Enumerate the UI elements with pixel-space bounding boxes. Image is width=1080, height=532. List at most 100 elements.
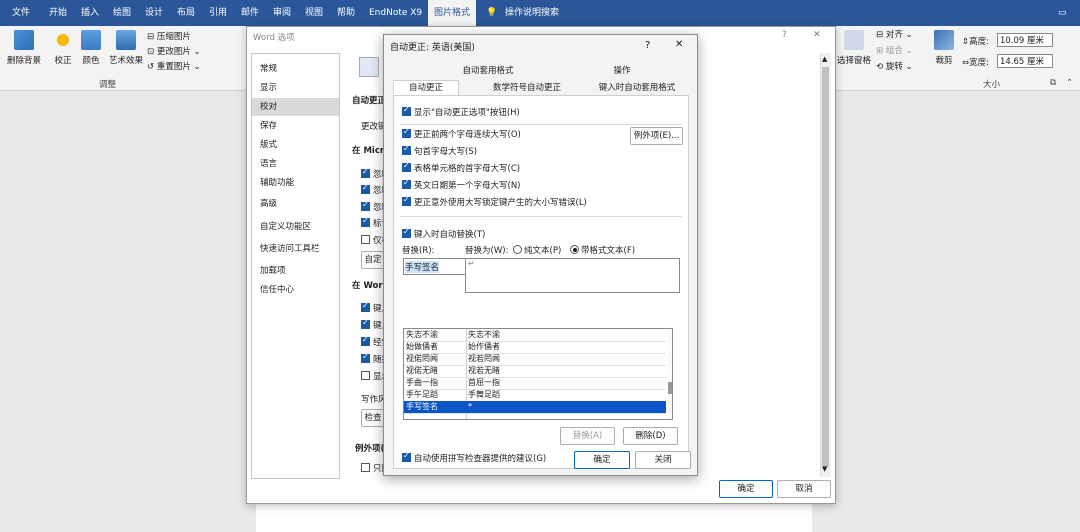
- autocorrect-ok-button[interactable]: 确定: [574, 451, 630, 469]
- nav-item-trust-center[interactable]: 信任中心: [252, 281, 339, 299]
- tab-design[interactable]: 设计: [145, 0, 163, 26]
- sun-icon: [53, 30, 73, 50]
- word-options-close-button[interactable]: ✕: [813, 30, 821, 40]
- nav-item-proofing[interactable]: 校对: [252, 98, 339, 116]
- word-options-cancel-button[interactable]: 取消: [777, 480, 831, 498]
- align-button[interactable]: ⊟ 对齐 ⌄: [876, 28, 913, 40]
- corrections-button[interactable]: 校正: [52, 30, 74, 66]
- tell-me-search[interactable]: 操作说明搜索: [505, 0, 559, 26]
- custom-dictionaries-button[interactable]: 自定: [361, 251, 385, 269]
- nav-item-addins[interactable]: 加载项: [252, 262, 339, 280]
- exceptions-button[interactable]: 例外项(E)...: [630, 127, 683, 145]
- option-caps-lock-check[interactable]: [402, 195, 411, 206]
- plain-text-radio[interactable]: [513, 245, 522, 254]
- tab-view[interactable]: 视图: [305, 0, 323, 26]
- delete-button[interactable]: 删除(D): [623, 427, 678, 445]
- micro-check-1[interactable]: [361, 167, 370, 178]
- group-size-label: 大小: [983, 80, 1001, 90]
- nav-item-quick-access[interactable]: 快速访问工具栏: [252, 240, 339, 258]
- replace-as-type-check[interactable]: [402, 227, 411, 238]
- tab-draw[interactable]: 绘图: [113, 0, 131, 26]
- replace-button[interactable]: 替换(A): [560, 427, 615, 445]
- check-document-button[interactable]: 检查: [361, 409, 385, 427]
- options-scrollbar[interactable]: ▲ ▼: [820, 53, 831, 477]
- autocorrect-help-button[interactable]: ?: [645, 40, 650, 51]
- word-options-help-button[interactable]: ?: [782, 30, 787, 40]
- tab-home[interactable]: 开始: [49, 0, 67, 26]
- collapse-ribbon-icon[interactable]: ⌃: [1066, 78, 1073, 88]
- tab-picture-format[interactable]: 图片格式: [428, 0, 477, 26]
- tab-math-autocorrect[interactable]: 数学符号自动更正: [472, 81, 582, 96]
- word-check-1[interactable]: [361, 301, 370, 312]
- color-button[interactable]: 颜色: [80, 30, 102, 66]
- micro-check-5[interactable]: [361, 235, 370, 244]
- option-table-cells-check[interactable]: [402, 161, 411, 172]
- table-scrollbar[interactable]: [668, 329, 672, 419]
- option-day-names-check[interactable]: [402, 178, 411, 189]
- nav-item-language[interactable]: 语言: [252, 155, 339, 173]
- scroll-down-icon[interactable]: ▼: [822, 465, 827, 473]
- autocorrect-close-button[interactable]: ✕: [675, 39, 683, 50]
- table-row-selected[interactable]: 手写签名 *: [404, 401, 666, 414]
- tab-help[interactable]: 帮助: [337, 0, 355, 26]
- nav-item-advanced[interactable]: 高级: [252, 195, 339, 213]
- word-check-5[interactable]: [361, 371, 370, 380]
- group-adjust-label: 调整: [99, 80, 117, 90]
- compress-pictures-button[interactable]: ⊟ 压缩图片: [147, 30, 191, 42]
- nav-item-save[interactable]: 保存: [252, 117, 339, 135]
- word-check-2[interactable]: [361, 318, 370, 329]
- micro-check-4[interactable]: [361, 216, 370, 227]
- selection-pane-button[interactable]: 选择窗格: [836, 30, 872, 66]
- tab-autoformat-as-you-type[interactable]: 键入时自动套用格式: [582, 81, 692, 96]
- crop-icon: [934, 30, 954, 50]
- table-scroll-thumb[interactable]: [668, 382, 672, 394]
- remove-background-button[interactable]: 删除背景: [6, 30, 42, 66]
- scroll-thumb[interactable]: [822, 67, 829, 467]
- tab-autocorrect[interactable]: 自动更正: [393, 80, 459, 96]
- autocorrect-close-dialog-button[interactable]: 关闭: [635, 451, 691, 469]
- group-button[interactable]: ⊞ 组合 ⌄: [876, 44, 913, 56]
- show-buttons-check[interactable]: [402, 105, 411, 116]
- word-check-4[interactable]: [361, 352, 370, 363]
- tab-insert[interactable]: 插入: [81, 0, 99, 26]
- tab-references[interactable]: 引用: [209, 0, 227, 26]
- rotate-button[interactable]: ⟲ 旋转 ⌄: [876, 60, 913, 72]
- option-two-initial-caps-check[interactable]: [402, 127, 411, 138]
- crop-button[interactable]: 裁剪: [932, 30, 956, 66]
- tab-mailings[interactable]: 邮件: [241, 0, 259, 26]
- tab-review[interactable]: 审阅: [273, 0, 291, 26]
- color-label: 颜色: [82, 56, 100, 66]
- spell-suggest-check[interactable]: [402, 451, 411, 462]
- word-options-ok-button[interactable]: 确定: [719, 480, 773, 498]
- align-icon: ⊟: [876, 30, 886, 40]
- tab-file[interactable]: 文件: [12, 0, 30, 26]
- reset-picture-button[interactable]: ↺ 重置图片 ⌄: [147, 60, 201, 72]
- nav-item-accessibility[interactable]: 辅助功能: [252, 174, 339, 192]
- only-hide-check[interactable]: [361, 463, 370, 472]
- artistic-effects-button[interactable]: 艺术效果: [108, 30, 144, 66]
- scroll-up-icon[interactable]: ▲: [822, 55, 827, 63]
- replace-input[interactable]: 手写签名: [403, 258, 466, 275]
- tab-endnote[interactable]: EndNote X9: [369, 0, 422, 26]
- option-capitalize-sentence-check[interactable]: [402, 144, 411, 155]
- formatted-text-radio[interactable]: [570, 245, 579, 254]
- nav-item-typography[interactable]: 版式: [252, 136, 339, 154]
- tab-actions[interactable]: 操作: [572, 64, 672, 79]
- tab-layout[interactable]: 布局: [177, 0, 195, 26]
- micro-check-2[interactable]: [361, 183, 370, 194]
- micro-check-3[interactable]: [361, 200, 370, 211]
- tab-autoformat[interactable]: 自动套用格式: [400, 64, 576, 79]
- change-picture-button[interactable]: ⊡ 更改图片 ⌄: [147, 45, 201, 57]
- with-input[interactable]: ↵: [465, 258, 680, 293]
- autocorrect-entries-table[interactable]: 失志不渝 矢志不渝 始做俑者 始作俑者 视偌罔闻 视若罔闻 视偌无睹 视若无睹 手曲一指…: [403, 328, 673, 420]
- dialog-launcher-icon[interactable]: ⧉: [1050, 78, 1056, 88]
- height-field[interactable]: 10.09 厘米: [997, 33, 1053, 47]
- nav-item-customize-ribbon[interactable]: 自定义功能区: [252, 218, 339, 236]
- option-table-cells-label: 表格单元格的首字母大写(C): [414, 164, 521, 174]
- width-field[interactable]: 14.65 厘米: [997, 54, 1053, 68]
- nav-item-general[interactable]: 常规: [252, 60, 339, 78]
- nav-item-display[interactable]: 显示: [252, 79, 339, 97]
- word-check-3[interactable]: [361, 335, 370, 346]
- with-label: 替换为(W):: [465, 246, 509, 256]
- comment-icon[interactable]: ▭: [1058, 0, 1067, 26]
